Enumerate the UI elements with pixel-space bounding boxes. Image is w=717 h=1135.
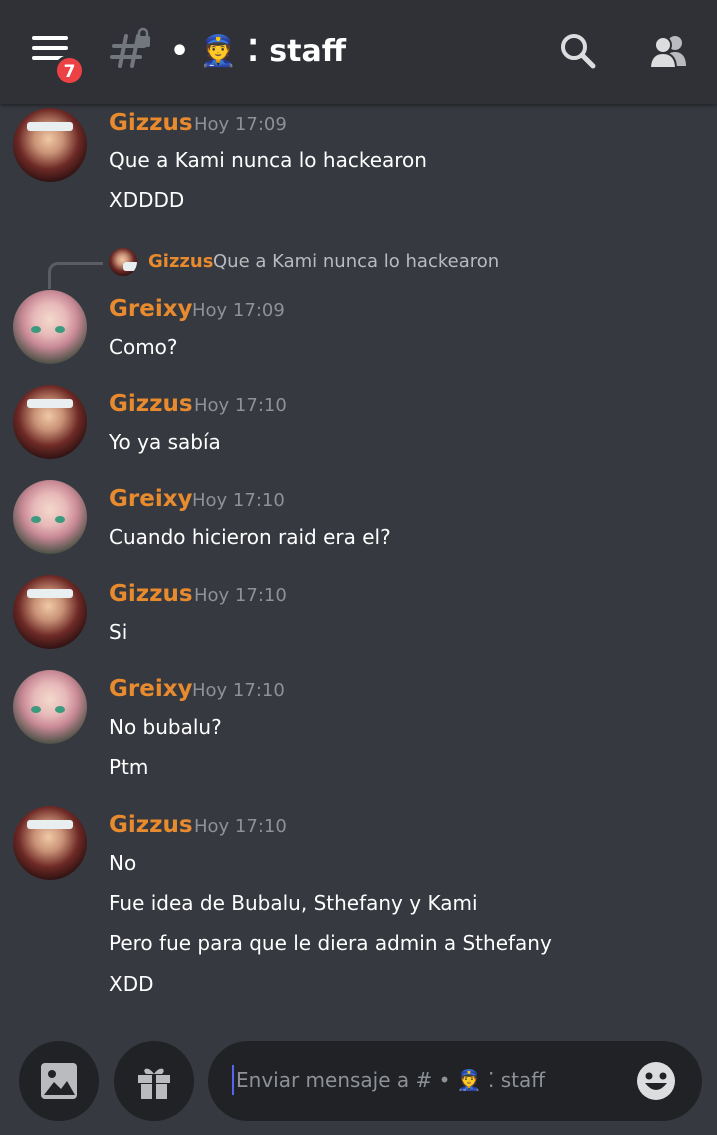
- message-text: Fue idea de Bubalu, Sthefany y Kami: [109, 891, 478, 915]
- emoji-icon[interactable]: [636, 1061, 676, 1101]
- message-text: XDDDD: [109, 188, 185, 212]
- avatar[interactable]: [13, 480, 87, 554]
- message-text: No: [109, 851, 137, 875]
- channel-title: • 👮 ⁚ staff: [170, 34, 347, 69]
- timestamp: Hoy 17:10: [192, 490, 285, 511]
- avatar[interactable]: [13, 670, 87, 744]
- locked-channel-icon: [110, 27, 150, 68]
- timestamp: Hoy 17:09: [192, 300, 285, 321]
- gift-button[interactable]: [114, 1041, 194, 1121]
- reply-avatar: [109, 248, 137, 276]
- username[interactable]: Gizzus: [109, 391, 193, 417]
- message-composer: Enviar mensaje a # • 👮 ⁚ staff: [0, 1032, 717, 1135]
- timestamp: Hoy 17:09: [194, 114, 287, 135]
- avatar[interactable]: [13, 108, 87, 182]
- image-upload-button[interactable]: [19, 1041, 99, 1121]
- search-icon[interactable]: [557, 30, 599, 72]
- username[interactable]: Greixy: [109, 486, 193, 512]
- image-icon: [41, 1063, 77, 1099]
- timestamp: Hoy 17:10: [194, 816, 287, 837]
- message-list[interactable]: Gizzus Hoy 17:09 Que a Kami nunca lo hac…: [0, 104, 717, 1032]
- timestamp: Hoy 17:10: [194, 395, 287, 416]
- timestamp: Hoy 17:10: [192, 680, 285, 701]
- username[interactable]: Gizzus: [109, 812, 193, 838]
- message-input[interactable]: Enviar mensaje a # • 👮 ⁚ staff: [208, 1041, 702, 1121]
- message-text: Cuando hicieron raid era el?: [109, 525, 391, 549]
- username[interactable]: Gizzus: [109, 110, 193, 136]
- username[interactable]: Gizzus: [109, 581, 193, 607]
- gift-icon: [138, 1068, 170, 1099]
- avatar[interactable]: [13, 806, 87, 880]
- message-text: XDD: [109, 972, 154, 996]
- members-icon[interactable]: [648, 30, 690, 72]
- avatar[interactable]: [13, 575, 87, 649]
- reply-connector: [48, 262, 103, 289]
- username[interactable]: Greixy: [109, 296, 193, 322]
- avatar[interactable]: [13, 290, 87, 364]
- message-text: Que a Kami nunca lo hackearon: [109, 148, 427, 172]
- username[interactable]: Greixy: [109, 676, 193, 702]
- reply-username[interactable]: Gizzus: [148, 251, 213, 272]
- notification-badge: 7: [54, 55, 85, 86]
- message-text: Ptm: [109, 755, 149, 779]
- message-input-placeholder: Enviar mensaje a # • 👮 ⁚ staff: [232, 1065, 545, 1095]
- message-text: No bubalu?: [109, 715, 222, 739]
- reply-preview[interactable]: Que a Kami nunca lo hackearon: [213, 251, 499, 272]
- timestamp: Hoy 17:10: [194, 585, 287, 606]
- message-text: Pero fue para que le diera admin a Sthef…: [109, 931, 552, 955]
- message-text: Si: [109, 620, 128, 644]
- message-text: Como?: [109, 335, 178, 359]
- message-text: Yo ya sabía: [109, 430, 221, 454]
- avatar[interactable]: [13, 385, 87, 459]
- channel-header: 7 • 👮 ⁚ staff: [0, 0, 717, 104]
